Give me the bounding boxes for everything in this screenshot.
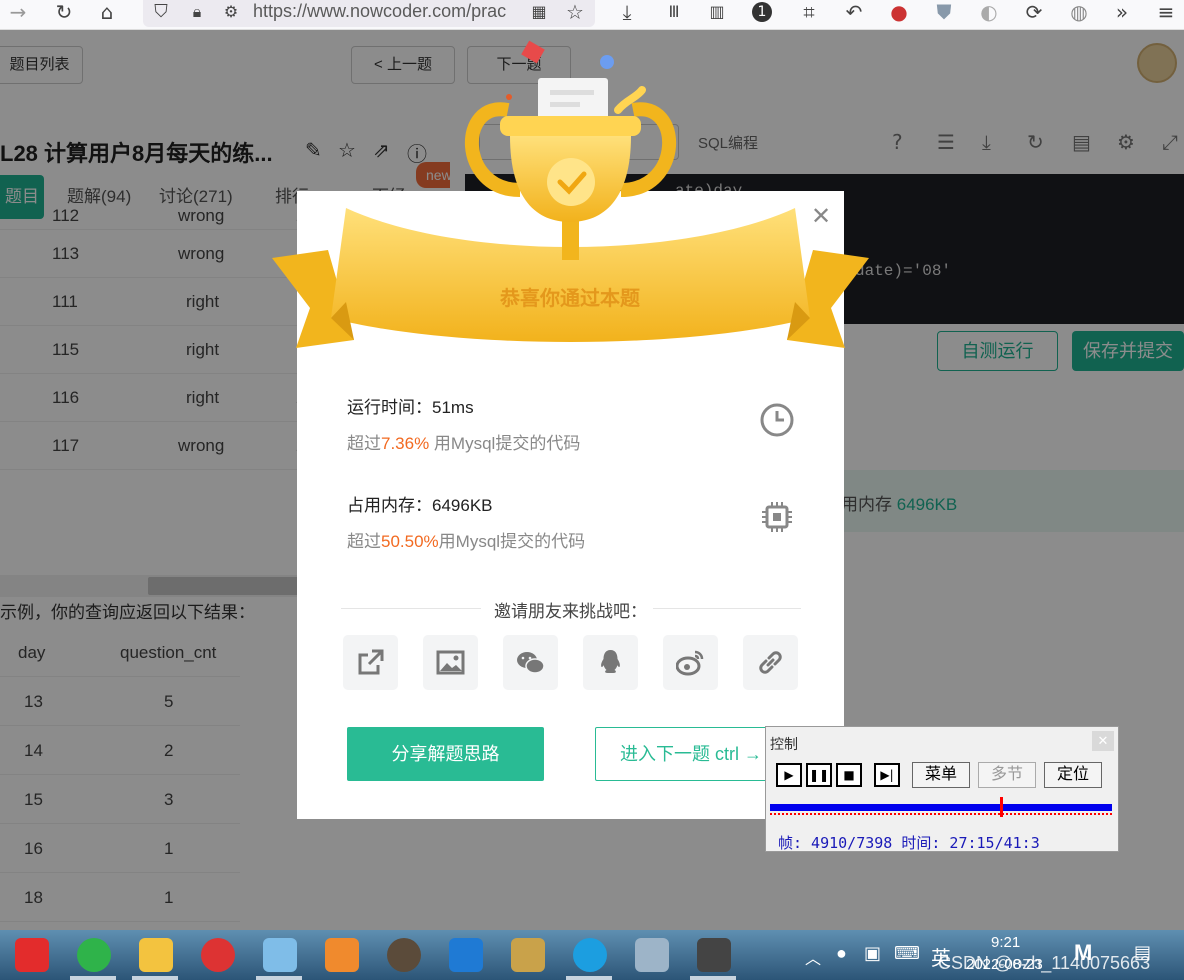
extension-sync-icon[interactable]: ⟳ (1022, 0, 1046, 24)
weibo-icon (676, 650, 704, 676)
clock-icon (760, 403, 794, 437)
notification-badge-icon[interactable]: 1 (752, 2, 772, 22)
recorder-control-window: 控制 ✕ ▶ ❚❚ ■ ▶| 菜单 多节 定位 帧: 4910/7398 时间:… (765, 726, 1119, 852)
reload-icon[interactable]: ↻ (52, 0, 76, 24)
tray-chevron-icon[interactable]: ︿ (805, 945, 821, 969)
qq-icon (601, 650, 620, 673)
share-image-button[interactable] (423, 635, 478, 690)
network-tray-icon[interactable]: ▣ (864, 943, 881, 964)
close-icon[interactable]: ✕ (1092, 731, 1114, 751)
chip-icon (762, 502, 792, 532)
edge-app-icon[interactable] (573, 938, 607, 972)
share-wechat-button[interactable] (503, 635, 558, 690)
notepad-app-icon[interactable] (263, 938, 297, 972)
invite-text: 邀请朋友来挑战吧： (494, 602, 647, 621)
shield-icon[interactable]: ⛉ (149, 0, 173, 24)
monitor-app-icon[interactable] (635, 938, 669, 972)
runtime-beat-suffix: 用Mysql提交的代码 (429, 434, 581, 453)
taskbar-active-indicator (256, 976, 302, 980)
taskbar: ︿ ● ▣ ⌨ 英 9:21 2022-08-23 M ▤ CSDN @ozh_… (0, 930, 1184, 980)
bookmark-star-icon[interactable]: ☆ (563, 0, 587, 24)
locate-button[interactable]: 定位 (1044, 762, 1102, 788)
browser-toolbar: → ↻ ⌂ ⛉ 🔒︎ ⚙ ▦ ☆ https://www.nowcoder.co… (0, 0, 1184, 30)
url-text[interactable]: https://www.nowcoder.com/prac (253, 1, 506, 22)
extension-ghost-icon[interactable]: ◐ (977, 0, 1001, 24)
menu-button[interactable]: 菜单 (912, 762, 970, 788)
share-external-icon (358, 649, 384, 675)
lock-icon[interactable]: 🔒︎ (185, 0, 209, 24)
runtime-beat: 超过7.36% 用Mysql提交的代码 (347, 429, 580, 454)
overflow-chevron-icon[interactable]: » (1110, 0, 1134, 24)
memory-beat-suffix: 用Mysql提交的代码 (438, 532, 586, 551)
memory-beat-prefix: 超过 (347, 532, 381, 551)
congrats-title: 恭喜你通过本题 (500, 288, 640, 310)
share-link-button[interactable] (343, 635, 398, 690)
taskbar-active-indicator (690, 976, 736, 980)
undo-icon[interactable]: ↶ (842, 0, 866, 24)
share-copy-link-button[interactable] (743, 635, 798, 690)
progress-ticks (770, 813, 1112, 816)
wechat-app-icon[interactable] (77, 938, 111, 972)
avatar-app-icon[interactable] (201, 938, 235, 972)
crop-icon[interactable]: ⌗ (797, 0, 821, 24)
runtime-percent: 7.36% (381, 434, 430, 453)
skip-forward-icon[interactable]: ▶| (874, 763, 900, 787)
stop-icon[interactable]: ■ (836, 763, 862, 787)
settings-app-icon[interactable] (387, 938, 421, 972)
wps-app-icon[interactable] (15, 938, 49, 972)
qr-icon[interactable]: ▦ (527, 0, 551, 24)
clock-time[interactable]: 9:21 (991, 934, 1020, 951)
multi-section-button[interactable]: 多节 (978, 762, 1036, 788)
keyboard-icon[interactable]: ⌨ (894, 943, 920, 964)
play-icon[interactable]: ▶ (776, 763, 802, 787)
tools-app-icon[interactable] (511, 938, 545, 972)
hamburger-menu-icon[interactable]: ≡ (1154, 0, 1178, 24)
pause-icon[interactable]: ❚❚ (806, 763, 832, 787)
permissions-icon[interactable]: ⚙ (219, 0, 243, 24)
download-icon[interactable]: ⤓ (615, 0, 639, 24)
library-icon[interactable]: Ⅲ (662, 0, 686, 24)
link-icon (759, 651, 782, 674)
image-icon (436, 650, 465, 675)
memory-beat: 超过50.50%用Mysql提交的代码 (347, 527, 585, 552)
memory-percent: 50.50% (381, 532, 439, 551)
control-title: 控制 (770, 736, 798, 752)
extension-color-icon[interactable]: ● (887, 0, 911, 24)
share-solution-button[interactable]: 分享解题思路 (347, 727, 544, 781)
home-icon[interactable]: ⌂ (95, 0, 119, 24)
media-app-icon[interactable] (325, 938, 359, 972)
watermark: CSDN @ozh_1140075663 (938, 953, 1151, 973)
extension-globe-icon[interactable]: ◍ (1067, 0, 1091, 24)
runtime-beat-prefix: 超过 (347, 434, 381, 453)
vscode-app-icon[interactable] (449, 938, 483, 972)
share-qq-button[interactable] (583, 635, 638, 690)
qq-tray-icon[interactable]: ● (836, 943, 847, 964)
taskbar-active-indicator (70, 976, 116, 980)
sidebar-icon[interactable]: ▥ (705, 0, 729, 24)
frame-time-status: 帧: 4910/7398 时间: 27:15/41:3 (778, 834, 1040, 852)
share-weibo-button[interactable] (663, 635, 718, 690)
progress-track[interactable] (770, 804, 1112, 811)
extension-shield-icon[interactable]: ⛊ (932, 0, 956, 24)
recorder-app-icon[interactable] (697, 938, 731, 972)
memory-label: 占用内存：6496KB (347, 496, 493, 515)
taskbar-active-indicator (566, 976, 612, 980)
trophy-ribbon-illustration (272, 40, 869, 348)
taskbar-active-indicator (132, 976, 178, 980)
forward-icon[interactable]: → (6, 0, 30, 24)
wechat-icon (517, 652, 545, 674)
file-explorer-icon[interactable] (139, 938, 173, 972)
